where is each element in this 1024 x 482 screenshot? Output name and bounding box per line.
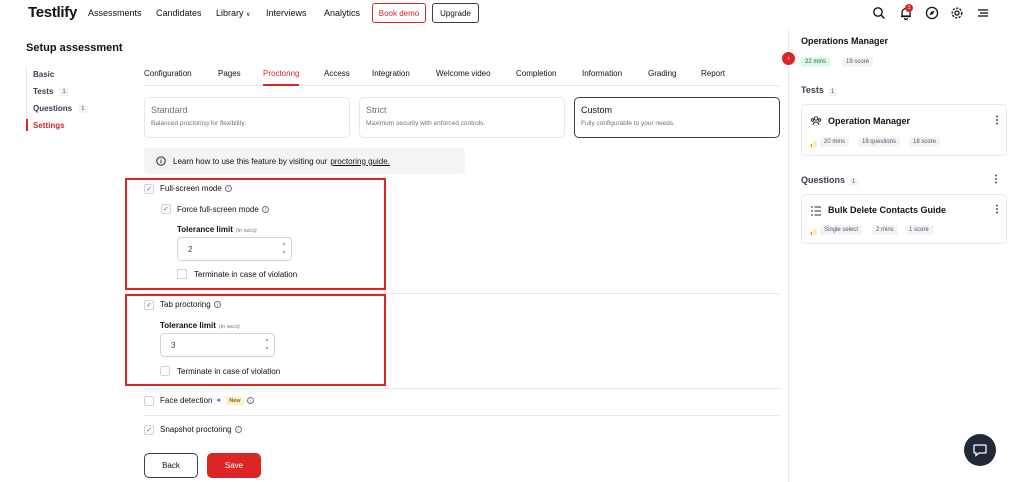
question-type: Single select bbox=[820, 225, 863, 235]
logo[interactable]: Testlify bbox=[28, 4, 77, 21]
tab-welcome-video[interactable]: Welcome video bbox=[436, 69, 491, 78]
score-chip: 19 score bbox=[842, 57, 874, 67]
chat-support-button[interactable] bbox=[964, 434, 996, 466]
info-banner: Learn how to use this feature by visitin… bbox=[144, 148, 465, 174]
settings-tabs: Configuration Pages Proctoring Access In… bbox=[144, 62, 780, 86]
nav-analytics[interactable]: Analytics bbox=[324, 8, 360, 18]
difficulty-icon bbox=[810, 140, 817, 147]
mode-card-custom[interactable]: Custom Fully configurable to your needs. bbox=[574, 97, 780, 138]
difficulty-icon bbox=[810, 228, 817, 235]
back-button[interactable]: Back bbox=[144, 453, 198, 478]
divider bbox=[144, 388, 780, 389]
help-icon[interactable]: i bbox=[213, 301, 221, 309]
sidebar-item-settings[interactable]: Settings bbox=[26, 117, 116, 134]
fullscreen-terminate-label: Terminate in case of violation bbox=[194, 270, 298, 279]
more-options-icon[interactable]: ⋮ bbox=[991, 175, 1001, 185]
tolerance-label: Tolerance limit (in secs) bbox=[160, 321, 240, 330]
new-badge: New bbox=[226, 396, 244, 405]
tab-access[interactable]: Access bbox=[324, 69, 350, 78]
tab-proctoring-label: Tab proctoring i bbox=[160, 300, 221, 309]
duration-chip: 22 mins bbox=[801, 57, 831, 67]
tab-terminate-checkbox[interactable] bbox=[160, 366, 170, 376]
info-icon bbox=[156, 156, 166, 166]
help-icon[interactable]: i bbox=[246, 397, 254, 405]
test-questions: 18 questions bbox=[858, 137, 901, 147]
help-icon[interactable]: i bbox=[224, 185, 232, 193]
setup-menu: Basic Tests 1 Questions 1 Settings bbox=[26, 66, 116, 134]
question-card[interactable]: Bulk Delete Contacts Guide ⋮ Single sele… bbox=[801, 194, 1007, 244]
sidebar-item-tests[interactable]: Tests 1 bbox=[27, 83, 116, 100]
nav-library[interactable]: Library ∨ bbox=[216, 8, 250, 18]
sparkle-icon: ✦ bbox=[215, 396, 223, 405]
question-score: 1 score bbox=[905, 225, 933, 235]
help-icon[interactable]: i bbox=[234, 426, 242, 434]
tests-section-title: Tests 1 bbox=[801, 85, 838, 96]
tab-terminate-label: Terminate in case of violation bbox=[177, 367, 281, 376]
save-button[interactable]: Save bbox=[207, 453, 261, 478]
upgrade-button[interactable]: Upgrade bbox=[432, 3, 479, 23]
gear-icon[interactable] bbox=[950, 6, 964, 20]
stepper-arrows[interactable]: ▲ ▼ bbox=[260, 334, 274, 356]
fullscreen-checkbox[interactable]: ✓ bbox=[144, 184, 154, 194]
tab-completion[interactable]: Completion bbox=[516, 69, 556, 78]
list-icon bbox=[811, 206, 821, 216]
tab-integration[interactable]: Integration bbox=[372, 69, 410, 78]
fullscreen-terminate-checkbox[interactable] bbox=[177, 269, 187, 279]
tab-report[interactable]: Report bbox=[701, 69, 725, 78]
proctoring-guide-link[interactable]: proctoring guide. bbox=[330, 157, 390, 166]
chevron-down-icon: ∨ bbox=[246, 12, 251, 18]
tab-tolerance-input[interactable]: 3 ▲ ▼ bbox=[160, 333, 275, 357]
questions-section-title: Questions 1 bbox=[801, 175, 859, 186]
divider bbox=[144, 415, 780, 416]
sidebar-item-basic[interactable]: Basic bbox=[27, 66, 116, 83]
menu-icon[interactable] bbox=[976, 6, 990, 20]
top-navbar: Testlify Assessments Candidates Library … bbox=[0, 0, 1024, 28]
chevron-right-icon[interactable]: › bbox=[782, 52, 795, 65]
compass-icon[interactable] bbox=[925, 6, 939, 20]
more-options-icon[interactable]: ⋮ bbox=[992, 116, 1002, 126]
test-card[interactable]: Operation Manager ⋮ 20 mins 18 questions… bbox=[801, 104, 1007, 156]
fullscreen-tolerance-input[interactable]: 2 ▲ ▼ bbox=[177, 237, 292, 261]
nav-candidates[interactable]: Candidates bbox=[156, 8, 202, 18]
force-fullscreen-checkbox[interactable]: ✓ bbox=[161, 204, 171, 214]
more-options-icon[interactable]: ⋮ bbox=[992, 205, 1002, 215]
sidebar-item-questions[interactable]: Questions 1 bbox=[27, 100, 116, 117]
tab-pages[interactable]: Pages bbox=[218, 69, 241, 78]
panel-title: Operations Manager bbox=[801, 36, 889, 46]
snapshot-label: Snapshot proctoring i bbox=[160, 425, 242, 434]
mode-card-strict[interactable]: Strict Maximum security with enforced co… bbox=[359, 97, 565, 138]
team-icon bbox=[810, 116, 822, 126]
test-title: Operation Manager bbox=[828, 116, 911, 126]
tab-configuration[interactable]: Configuration bbox=[144, 69, 192, 78]
notification-badge: 1 bbox=[905, 4, 913, 12]
assessment-summary-panel bbox=[788, 28, 1024, 482]
question-title: Bulk Delete Contacts Guide bbox=[828, 205, 947, 215]
tab-proctoring[interactable]: Proctoring bbox=[263, 69, 300, 86]
nav-interviews[interactable]: Interviews bbox=[266, 8, 307, 18]
fullscreen-label: Full-screen mode i bbox=[160, 184, 232, 193]
question-duration: 2 mins bbox=[872, 225, 898, 235]
tab-information[interactable]: Information bbox=[582, 69, 622, 78]
tolerance-label: Tolerance limit (in secs) bbox=[177, 225, 257, 234]
chat-icon bbox=[973, 444, 987, 457]
count-badge: 1 bbox=[78, 104, 88, 113]
face-detection-label: Face detection ✦ New i bbox=[160, 396, 254, 405]
force-fullscreen-label: Force full-screen mode i bbox=[177, 205, 269, 214]
help-icon[interactable]: i bbox=[261, 206, 269, 214]
count-badge: 1 bbox=[59, 87, 69, 96]
snapshot-checkbox[interactable]: ✓ bbox=[144, 425, 154, 435]
search-icon[interactable] bbox=[872, 6, 886, 20]
nav-assessments[interactable]: Assessments bbox=[88, 8, 142, 18]
mode-card-standard[interactable]: Standard Balanced proctoring for flexibi… bbox=[144, 97, 350, 138]
tab-grading[interactable]: Grading bbox=[648, 69, 676, 78]
face-detection-checkbox[interactable] bbox=[144, 396, 154, 406]
stepper-arrows[interactable]: ▲ ▼ bbox=[277, 238, 291, 260]
tab-proctoring-checkbox[interactable]: ✓ bbox=[144, 300, 154, 310]
test-duration: 20 mins bbox=[820, 137, 850, 147]
test-score: 18 score bbox=[909, 137, 941, 147]
book-demo-button[interactable]: Book demo bbox=[372, 3, 426, 23]
page-title: Setup assessment bbox=[26, 42, 123, 54]
